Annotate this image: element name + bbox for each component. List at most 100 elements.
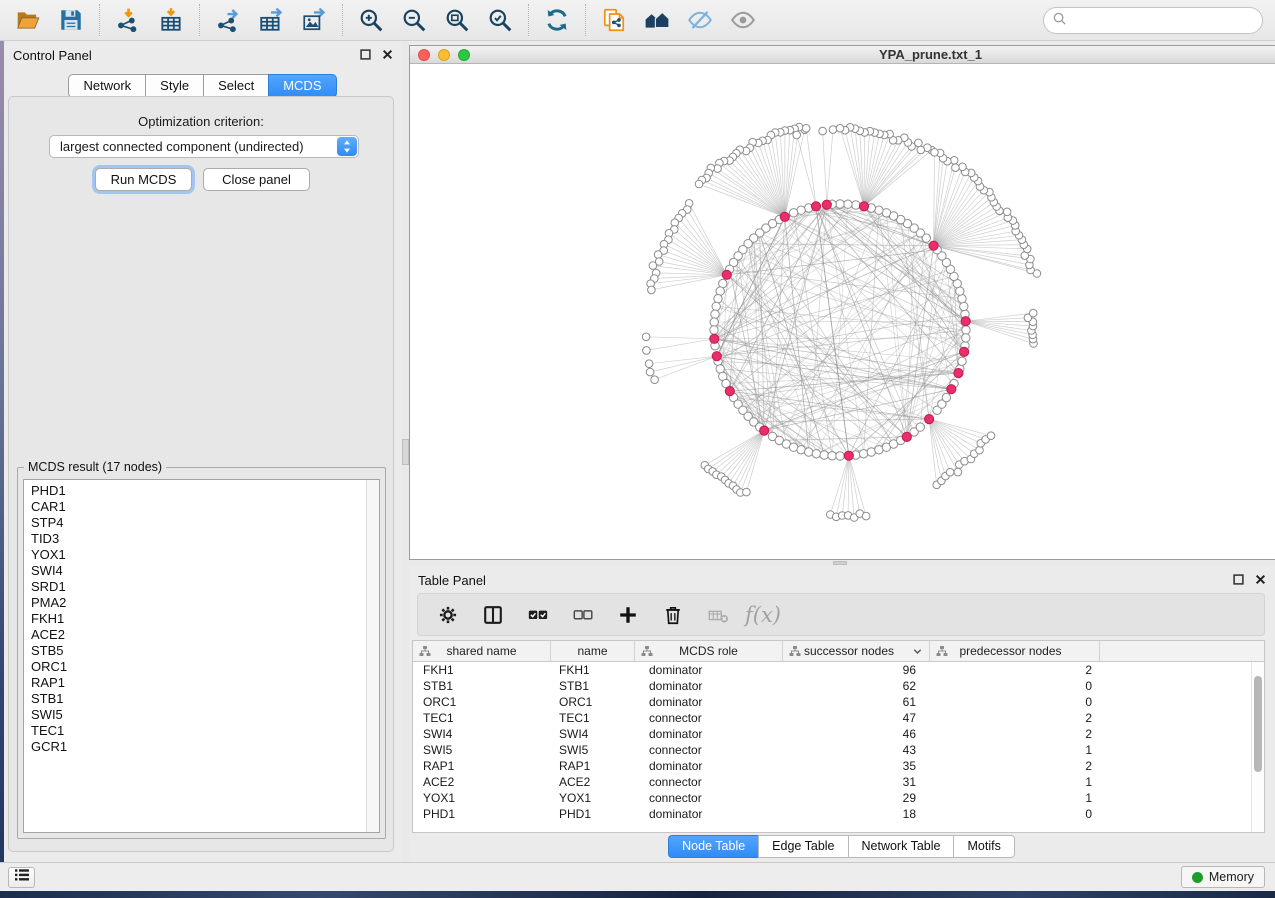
cell-shared-name[interactable]: ORC1 xyxy=(413,694,551,710)
float-panel-icon[interactable] xyxy=(1233,574,1244,585)
network-node[interactable] xyxy=(836,200,844,208)
table-row[interactable]: SWI4SWI4dominator462 xyxy=(413,726,1264,742)
export-table-icon[interactable] xyxy=(257,6,285,34)
network-node[interactable] xyxy=(743,488,751,496)
cell-mcds-role[interactable]: dominator xyxy=(635,806,783,822)
network-node[interactable] xyxy=(958,295,966,303)
list-item[interactable]: RAP1 xyxy=(31,675,379,691)
run-mcds-button[interactable]: Run MCDS xyxy=(95,168,192,191)
dominator-node[interactable] xyxy=(722,270,731,279)
network-node[interactable] xyxy=(959,163,967,171)
dominator-node[interactable] xyxy=(780,212,789,221)
network-node[interactable] xyxy=(812,450,820,458)
search-input[interactable] xyxy=(1067,13,1262,28)
network-node[interactable] xyxy=(642,333,650,341)
list-item[interactable]: YOX1 xyxy=(31,547,379,563)
show-hidden-icon[interactable] xyxy=(729,6,757,34)
network-node[interactable] xyxy=(805,448,813,456)
cell-shared-name[interactable]: SWI5 xyxy=(413,742,551,758)
network-node[interactable] xyxy=(1003,208,1011,216)
table-row[interactable]: SWI5SWI5connector431 xyxy=(413,742,1264,758)
network-node[interactable] xyxy=(695,180,703,188)
network-node[interactable] xyxy=(958,357,966,365)
show-panels-button[interactable] xyxy=(8,867,35,888)
network-node[interactable] xyxy=(819,127,827,135)
network-node[interactable] xyxy=(875,206,883,214)
cell-predecessor-nodes[interactable]: 2 xyxy=(930,710,1100,726)
tab-network-table[interactable]: Network Table xyxy=(848,835,955,858)
list-item[interactable]: STB1 xyxy=(31,691,379,707)
splitter-grip[interactable] xyxy=(402,439,409,465)
refresh-icon[interactable] xyxy=(543,6,571,34)
network-node[interactable] xyxy=(710,318,718,326)
export-network-icon[interactable] xyxy=(214,6,242,34)
network-window-titlebar[interactable]: YPA_prune.txt_1 xyxy=(410,46,1275,64)
zoom-selected-icon[interactable] xyxy=(486,6,514,34)
cell-mcds-role[interactable]: dominator xyxy=(635,758,783,774)
close-panel-button[interactable]: Close panel xyxy=(203,168,310,191)
network-node[interactable] xyxy=(844,200,852,208)
network-node[interactable] xyxy=(931,149,939,157)
list-item[interactable]: PMA2 xyxy=(31,595,379,611)
cell-successor-nodes[interactable]: 29 xyxy=(783,790,930,806)
cell-mcds-role[interactable]: dominator xyxy=(635,662,783,678)
network-node[interactable] xyxy=(654,251,662,259)
tab-network[interactable]: Network xyxy=(68,74,146,98)
cell-successor-nodes[interactable]: 18 xyxy=(783,806,930,822)
dominator-node[interactable] xyxy=(712,352,721,361)
cell-name[interactable]: PHD1 xyxy=(551,806,635,822)
list-item[interactable]: ORC1 xyxy=(31,659,379,675)
close-window-button[interactable] xyxy=(418,49,430,61)
network-node[interactable] xyxy=(950,157,958,165)
column-header-predecessor-nodes[interactable]: predecessor nodes xyxy=(930,641,1100,661)
dominator-node[interactable] xyxy=(725,387,734,396)
network-node[interactable] xyxy=(711,310,719,318)
table-row[interactable]: STB1STB1dominator620 xyxy=(413,678,1264,694)
network-node[interactable] xyxy=(829,126,837,134)
close-panel-icon[interactable] xyxy=(1255,574,1266,585)
table-row[interactable]: PHD1PHD1dominator180 xyxy=(413,806,1264,822)
cell-predecessor-nodes[interactable]: 0 xyxy=(930,678,1100,694)
dominator-node[interactable] xyxy=(844,451,853,460)
list-item[interactable]: FKH1 xyxy=(31,611,379,627)
list-item[interactable]: SRD1 xyxy=(31,579,379,595)
cell-predecessor-nodes[interactable]: 2 xyxy=(930,758,1100,774)
tab-node-table[interactable]: Node Table xyxy=(668,835,759,858)
cell-name[interactable]: FKH1 xyxy=(551,662,635,678)
cell-shared-name[interactable]: SWI4 xyxy=(413,726,551,742)
cell-successor-nodes[interactable]: 43 xyxy=(783,742,930,758)
cell-name[interactable]: ORC1 xyxy=(551,694,635,710)
cell-predecessor-nodes[interactable]: 1 xyxy=(930,790,1100,806)
search-box[interactable] xyxy=(1043,7,1263,34)
network-node[interactable] xyxy=(946,468,954,476)
mcds-list-scrollbar[interactable] xyxy=(366,480,379,832)
cell-mcds-role[interactable]: dominator xyxy=(635,694,783,710)
dominator-node[interactable] xyxy=(954,369,963,378)
table-row[interactable]: FKH1FKH1dominator962 xyxy=(413,662,1264,678)
show-all-networks-icon[interactable] xyxy=(643,6,671,34)
dominator-node[interactable] xyxy=(859,202,868,211)
cell-shared-name[interactable]: PHD1 xyxy=(413,806,551,822)
cell-mcds-role[interactable]: connector xyxy=(635,742,783,758)
network-node[interactable] xyxy=(867,448,875,456)
list-item[interactable]: SWI5 xyxy=(31,707,379,723)
list-item[interactable]: PHD1 xyxy=(31,483,379,499)
float-panel-icon[interactable] xyxy=(360,49,371,60)
dominator-node[interactable] xyxy=(902,432,911,441)
network-node[interactable] xyxy=(859,450,867,458)
column-header-successor-nodes[interactable]: successor nodes xyxy=(783,641,930,661)
save-icon[interactable] xyxy=(57,6,85,34)
cell-name[interactable]: TEC1 xyxy=(551,710,635,726)
network-node[interactable] xyxy=(952,164,960,172)
column-header-shared-name[interactable]: shared name xyxy=(413,641,551,661)
network-node[interactable] xyxy=(836,124,844,132)
tab-motifs[interactable]: Motifs xyxy=(953,835,1014,858)
network-node[interactable] xyxy=(797,446,805,454)
minimize-window-button[interactable] xyxy=(438,49,450,61)
network-node[interactable] xyxy=(828,452,836,460)
cell-mcds-role[interactable]: connector xyxy=(635,774,783,790)
cell-shared-name[interactable]: STB1 xyxy=(413,678,551,694)
tab-mcds[interactable]: MCDS xyxy=(268,74,336,98)
table-scrollbar-thumb[interactable] xyxy=(1254,676,1262,772)
network-node[interactable] xyxy=(789,209,797,217)
